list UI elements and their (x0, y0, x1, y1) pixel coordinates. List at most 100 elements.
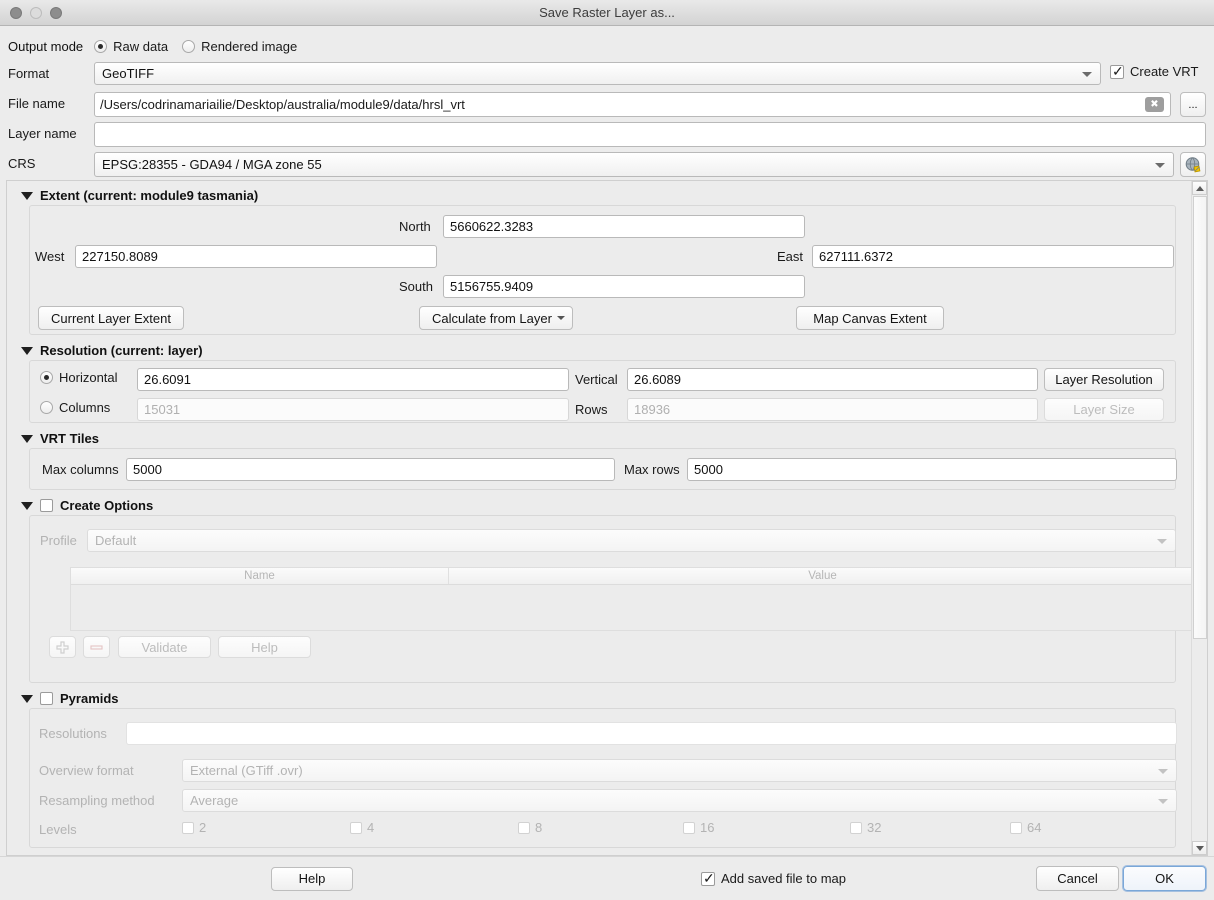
level-checkbox-8[interactable]: 8 (518, 820, 542, 835)
crs-select-button[interactable] (1180, 152, 1206, 177)
resampling-method-value: Average (190, 793, 239, 808)
collapse-triangle-icon[interactable] (21, 434, 33, 443)
radio-raw-data-indicator (94, 39, 108, 53)
chevron-down-icon (1158, 768, 1168, 774)
radio-rendered-image[interactable]: Rendered image (182, 39, 297, 54)
radio-columns[interactable]: Columns (40, 400, 110, 415)
create-options-section-header[interactable]: Create Options (21, 498, 1190, 513)
level-checkbox-64[interactable]: 64 (1010, 820, 1041, 835)
calculate-from-layer-label: Calculate from Layer (432, 310, 552, 326)
levels-label: Levels (39, 822, 77, 837)
create-options-section: Create Options Profile Default Name Valu… (7, 490, 1197, 683)
east-input[interactable] (812, 245, 1174, 268)
layer-name-input[interactable] (94, 122, 1206, 147)
create-vrt-label: Create VRT (1130, 64, 1199, 79)
column-header-value: Value (808, 570, 837, 582)
resolution-section-header[interactable]: Resolution (current: layer) (21, 343, 1190, 358)
level-checkbox-2[interactable]: 2 (182, 820, 206, 835)
west-label: West (35, 249, 65, 264)
max-rows-input[interactable] (687, 458, 1177, 481)
help-button[interactable]: Help (271, 866, 353, 891)
vertical-resolution-input[interactable] (627, 368, 1038, 391)
add-saved-file-checkbox[interactable]: Add saved file to map (701, 870, 847, 886)
resolutions-input[interactable] (126, 722, 1177, 745)
file-name-input[interactable]: /Users/codrinamariailie/Desktop/australi… (94, 92, 1171, 117)
browse-file-button[interactable]: ... (1180, 92, 1206, 117)
south-input[interactable] (443, 275, 805, 298)
level-64-indicator (1010, 821, 1022, 834)
layer-size-button[interactable]: Layer Size (1044, 398, 1164, 421)
plus-icon (56, 640, 69, 654)
profile-label: Profile (40, 533, 77, 548)
collapse-triangle-icon[interactable] (21, 191, 33, 200)
add-option-button[interactable] (49, 636, 76, 658)
create-options-checkbox[interactable] (40, 499, 53, 512)
cancel-button[interactable]: Cancel (1036, 866, 1119, 891)
resolution-body: Horizontal Vertical Layer Resolution Col… (29, 360, 1176, 423)
collapse-triangle-icon[interactable] (21, 346, 33, 355)
map-canvas-extent-button[interactable]: Map Canvas Extent (796, 306, 944, 330)
create-options-help-button[interactable]: Help (218, 636, 311, 658)
resampling-method-label: Resampling method (39, 793, 155, 808)
create-vrt-checkbox[interactable]: Create VRT (1110, 63, 1199, 79)
collapse-triangle-icon[interactable] (21, 501, 33, 510)
minus-icon (90, 644, 103, 650)
chevron-down-icon (1158, 798, 1168, 804)
radio-rendered-image-indicator (182, 39, 196, 53)
collapse-triangle-icon[interactable] (21, 694, 33, 703)
create-vrt-check-indicator (1110, 63, 1124, 79)
extent-section: Extent (current: module9 tasmania) North… (7, 181, 1190, 335)
radio-columns-indicator (40, 401, 53, 414)
resolution-title: Resolution (current: layer) (40, 343, 203, 358)
file-name-value: /Users/codrinamariailie/Desktop/australi… (100, 97, 465, 112)
create-options-table-body[interactable] (71, 585, 1196, 630)
overview-format-label: Overview format (39, 763, 134, 778)
vrt-tiles-title: VRT Tiles (40, 431, 100, 446)
level-16-indicator (683, 821, 695, 834)
clear-icon[interactable]: ✖ (1145, 97, 1164, 112)
create-options-title: Create Options (60, 498, 154, 513)
options-scroll-content: Extent (current: module9 tasmania) North… (7, 181, 1197, 855)
create-options-table-header: Name Value (71, 568, 1196, 585)
horizontal-resolution-input[interactable] (137, 368, 569, 391)
level-checkbox-4[interactable]: 4 (350, 820, 374, 835)
format-combobox[interactable]: GeoTIFF (94, 62, 1101, 85)
add-saved-file-label: Add saved file to map (721, 871, 847, 886)
radio-horizontal[interactable]: Horizontal (40, 370, 118, 385)
pyramids-checkbox[interactable] (40, 692, 53, 705)
level-checkbox-32[interactable]: 32 (850, 820, 881, 835)
crs-combobox[interactable]: EPSG:28355 - GDA94 / MGA zone 55 (94, 152, 1174, 177)
validate-options-button[interactable]: Validate (118, 636, 211, 658)
columns-input[interactable]: 15031 (137, 398, 569, 421)
pyramids-section-header[interactable]: Pyramids (21, 691, 1190, 706)
vrt-tiles-section-header[interactable]: VRT Tiles (21, 431, 1190, 446)
rows-input[interactable]: 18936 (627, 398, 1038, 421)
column-header-name: Name (71, 568, 449, 584)
radio-raw-data-label: Raw data (113, 38, 169, 54)
scroll-up-button[interactable] (1192, 181, 1207, 195)
current-layer-extent-button[interactable]: Current Layer Extent (38, 306, 184, 330)
level-2-label: 2 (199, 820, 207, 835)
scroll-down-button[interactable] (1192, 841, 1207, 855)
remove-option-button[interactable] (83, 636, 110, 658)
resampling-method-combobox[interactable]: Average (182, 789, 1177, 812)
crs-label: CRS (8, 156, 36, 171)
calculate-from-layer-button[interactable]: Calculate from Layer (419, 306, 573, 330)
profile-combobox[interactable]: Default (87, 529, 1176, 552)
level-checkbox-16[interactable]: 16 (683, 820, 714, 835)
level-8-indicator (518, 821, 530, 834)
scrollbar-thumb[interactable] (1193, 196, 1207, 639)
north-input[interactable] (443, 215, 805, 238)
overview-format-combobox[interactable]: External (GTiff .ovr) (182, 759, 1177, 782)
ok-button[interactable]: OK (1123, 866, 1206, 891)
west-input[interactable] (75, 245, 437, 268)
max-columns-input[interactable] (126, 458, 615, 481)
vertical-label: Vertical (575, 372, 618, 387)
radio-horizontal-label: Horizontal (59, 370, 118, 385)
layer-resolution-button[interactable]: Layer Resolution (1044, 368, 1164, 391)
extent-section-header[interactable]: Extent (current: module9 tasmania) (21, 188, 1190, 203)
create-options-body: Profile Default Name Value Validate Help (29, 515, 1197, 683)
radio-raw-data[interactable]: Raw data (94, 39, 168, 54)
vertical-scrollbar[interactable] (1191, 181, 1207, 855)
vrt-tiles-section: VRT Tiles Max columns Max rows (7, 423, 1190, 490)
